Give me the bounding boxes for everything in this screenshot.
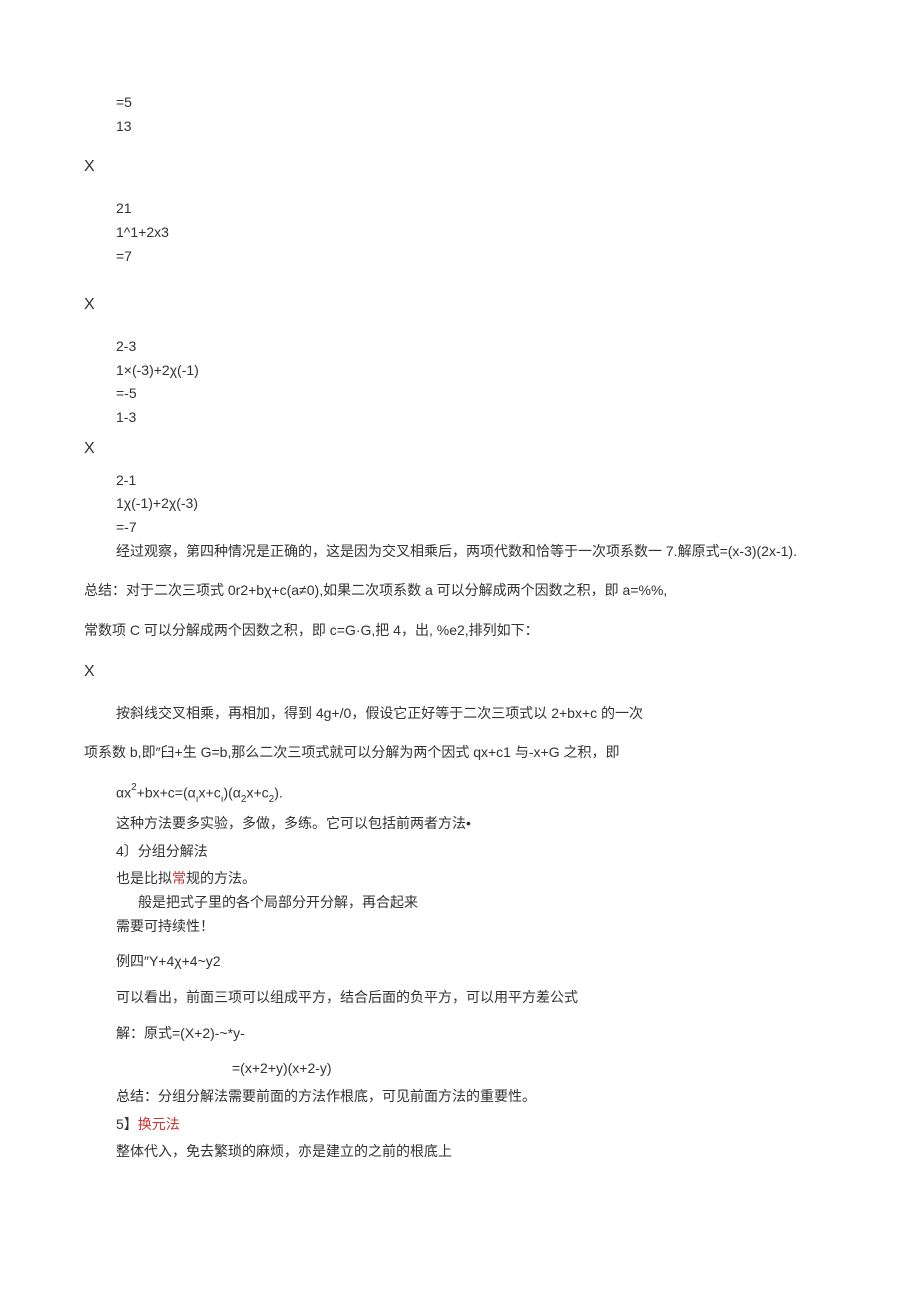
section-number: 5】 (116, 1116, 138, 1132)
x-marker: X (84, 293, 836, 318)
formula-part: +bx+c=(α (137, 785, 196, 801)
section-5-heading: 5】换元法 (84, 1114, 836, 1136)
line: 13 (84, 116, 836, 138)
calc-block-4: 2-1 1χ(-1)+2χ(-3) =-7 经过观察，第四种情况是正确的，这是因… (84, 470, 836, 563)
line: =7 (84, 246, 836, 268)
document-page: =5 13 X 21 1^1+2x3 =7 X 2-3 1×(-3)+2χ(-1… (0, 0, 920, 1302)
line: 21 (84, 198, 836, 220)
calc-block-1: =5 13 (84, 92, 836, 137)
example-4-result: =(x+2+y)(x+2-y) (84, 1058, 836, 1080)
formula-line: αx2+bx+c=(αıx+cı)(α2x+c2). (84, 782, 836, 807)
example-4-solution: 解：原式=(X+2)-~*y- (84, 1023, 836, 1045)
x-marker: X (84, 155, 836, 180)
x-marker: X (84, 437, 836, 462)
formula-part: x+c (246, 785, 268, 801)
section-5-line: 整体代入，免去繁琐的麻烦，亦是建立的之前的根底上 (84, 1141, 836, 1163)
method-note: 这种方法要多实验，多做，多练。它可以包括前两者方法• (84, 813, 836, 835)
coefficient-para: 项系数 b,即″臼+生 G=b,那么二次三项式就可以分解为两个因式 qx+c1 … (84, 742, 836, 764)
section-4-line: 需要可持续性！ (84, 916, 836, 938)
example-4-line: 例四″Y+4χ+4~y2 (84, 951, 836, 973)
formula-part: )(α (223, 785, 240, 801)
line: =-5 (84, 383, 836, 405)
formula-part: x+c (199, 785, 221, 801)
section-4-line: 般是把式子里的各个局部分开分解，再合起来 (84, 892, 836, 914)
text: 规的方法。 (186, 870, 256, 886)
line: 1×(-3)+2χ(-1) (84, 360, 836, 382)
section-4-summary: 总结：分组分解法需要前面的方法作根底，可见前面方法的重要性。 (84, 1086, 836, 1108)
line: 1χ(-1)+2χ(-3) (84, 493, 836, 515)
cross-multiply-para: 按斜线交叉相乘，再相加，得到 4g+/0，假设它正好等于二次三项式以 2+bx+… (84, 703, 836, 725)
section-4-heading: 4〕分组分解法 (84, 841, 836, 863)
text: 也是比拟 (116, 870, 172, 886)
line: 1-3 (84, 407, 836, 429)
line: 2-1 (84, 470, 836, 492)
line: 1^1+2x3 (84, 222, 836, 244)
x-marker: X (84, 660, 836, 685)
formula-part: αx (116, 785, 131, 801)
formula-sup: 2 (131, 782, 137, 793)
line: =-7 (84, 517, 836, 539)
formula-sub: 2 (269, 794, 275, 805)
formula-sub: 2 (241, 794, 247, 805)
observation-line: 经过观察，第四种情况是正确的，这是因为交叉相乘后，两项代数和恰等于一次项系数一 … (84, 541, 836, 563)
calc-block-2: 21 1^1+2x3 =7 (84, 198, 836, 267)
line: 2-3 (84, 336, 836, 358)
section-title: 换元法 (138, 1116, 180, 1132)
formula-part: ). (274, 785, 283, 801)
summary-para-2: 常数项 C 可以分解成两个因数之积，即 c=G·G,把 4，出, %e2,排列如… (84, 620, 836, 642)
example-4-analysis: 可以看出，前面三项可以组成平方，结合后面的负平方，可以用平方差公式 (84, 987, 836, 1009)
line: =5 (84, 92, 836, 114)
highlight-text: 常 (172, 870, 186, 886)
summary-para-1: 总结：对于二次三项式 0r2+bχ+c(a≠0),如果二次项系数 a 可以分解成… (84, 580, 836, 602)
formula-sub: ı (196, 794, 199, 805)
calc-block-3: 2-3 1×(-3)+2χ(-1) =-5 1-3 (84, 336, 836, 429)
section-4-line: 也是比拟常规的方法。 (84, 868, 836, 890)
